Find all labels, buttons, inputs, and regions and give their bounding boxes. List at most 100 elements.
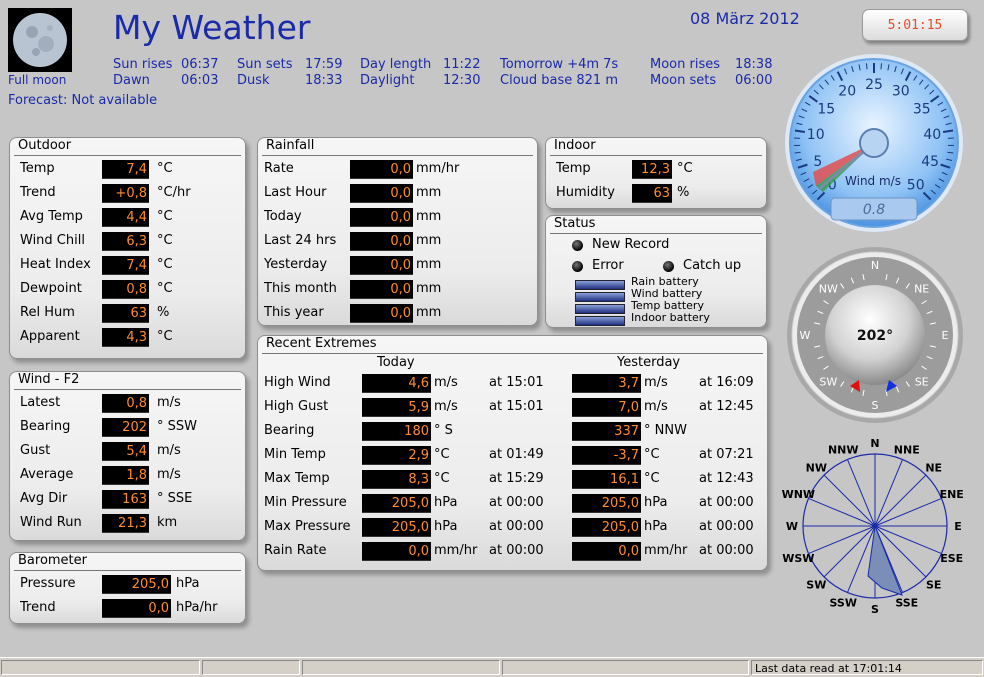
wind-row-value: 202: [102, 418, 149, 437]
extreme-row-label: Max Temp: [264, 471, 330, 486]
extreme-yesterday-value: 205,0: [572, 518, 641, 537]
wind-row-value: 5,4: [102, 442, 149, 461]
rainfall-row-unit: mm: [416, 209, 441, 224]
outdoor-row-label: Trend: [20, 185, 56, 200]
rose-point-label: NNW: [828, 443, 859, 456]
extreme-today-value: 0,0: [362, 542, 431, 561]
date-label: 08 März 2012: [690, 9, 800, 28]
extreme-today-value: 205,0: [362, 494, 431, 513]
barometer-row-unit: hPa: [176, 576, 199, 591]
dawn-label: Dawn: [113, 73, 150, 88]
dawn-value: 06:03: [181, 73, 218, 88]
last-data-read: Last data read at 17:01:14: [751, 660, 983, 675]
wind-row-value: 0,8: [102, 394, 149, 413]
extreme-yesterday-unit: mm/hr: [644, 543, 687, 558]
rose-point-label: SW: [806, 579, 826, 592]
gauge-readout: 0.8: [863, 202, 885, 218]
extreme-yesterday-unit: hPa: [644, 495, 667, 510]
outdoor-row-label: Heat Index: [20, 257, 91, 272]
barometer-row-value: 205,0: [102, 575, 171, 594]
outdoor-row-label: Rel Hum: [20, 305, 75, 320]
indoor-row-unit: %: [677, 185, 689, 200]
extreme-today-unit: °C: [434, 471, 450, 486]
wind-row-value: 21,3: [102, 514, 149, 533]
status-title: Status: [554, 216, 595, 231]
extreme-yesterday-unit: °C: [644, 471, 660, 486]
compass-point-label: S: [872, 399, 879, 412]
extreme-yesterday-value: 205,0: [572, 494, 641, 513]
extreme-row-label: Min Pressure: [264, 495, 347, 510]
gauge-tick-label: 50: [907, 178, 925, 194]
wind-row-label: Bearing: [20, 419, 70, 434]
wind-battery-icon: [575, 292, 625, 302]
dusk-label: Dusk: [237, 73, 270, 88]
moon-icon: [8, 8, 72, 72]
extreme-yesterday-unit: m/s: [644, 399, 668, 414]
extreme-today-time: at 00:00: [489, 543, 544, 558]
gauge-tick-label: 40: [923, 127, 941, 143]
barometer-panel: Barometer Pressure205,0hPaTrend0,0hPa/hr: [9, 552, 246, 624]
outdoor-row-value: +0,8: [102, 184, 149, 203]
outdoor-row-unit: %: [157, 305, 169, 320]
moon-rises-value: 18:38: [735, 57, 772, 72]
outdoor-row-unit: °C: [157, 233, 173, 248]
cloud-base-label: Cloud base 821 m: [500, 73, 618, 88]
wind-panel: Wind - F2 Latest0,8m/sBearing202° SSWGus…: [9, 371, 246, 541]
extreme-yesterday-unit: ° NNW: [644, 423, 687, 438]
wind-row-unit: m/s: [157, 467, 181, 482]
rose-point-label: E: [954, 520, 962, 533]
rose-point-label: N: [870, 437, 879, 450]
gauge-tick-label: 30: [892, 83, 910, 99]
wind-row-label: Average: [20, 467, 73, 482]
outdoor-row-label: Temp: [20, 161, 55, 176]
barometer-row-unit: hPa/hr: [176, 600, 217, 615]
rose-point-label: NE: [925, 461, 942, 474]
barometer-row-label: Pressure: [20, 576, 76, 591]
rainfall-row-unit: mm/hr: [416, 161, 459, 176]
outdoor-row-label: Wind Chill: [20, 233, 85, 248]
wind-row-label: Wind Run: [20, 515, 82, 530]
extreme-today-unit: mm/hr: [434, 543, 477, 558]
extreme-today-time: at 00:00: [489, 495, 544, 510]
rainfall-row-label: Yesterday: [264, 257, 327, 272]
rose-point-label: NNE: [894, 443, 920, 456]
extreme-today-unit: m/s: [434, 399, 458, 414]
statusbar-cell-3: [302, 660, 500, 675]
wind-row-value: 1,8: [102, 466, 149, 485]
rose-point-label: ESE: [940, 552, 963, 565]
rainfall-row-value: 0,0: [350, 304, 413, 323]
rose-point-label: S: [871, 603, 879, 616]
forecast-text: Forecast: Not available: [8, 93, 157, 108]
rainfall-row-value: 0,0: [350, 208, 413, 227]
extreme-row-label: Max Pressure: [264, 519, 351, 534]
daylight-label: Daylight: [360, 73, 414, 88]
extreme-today-time: at 15:01: [489, 399, 544, 414]
indoor-row-value: 12,3: [632, 160, 672, 179]
extreme-today-value: 2,9: [362, 446, 431, 465]
indoor-row-unit: °C: [677, 161, 693, 176]
extreme-today-value: 205,0: [362, 518, 431, 537]
rainfall-row-value: 0,0: [350, 280, 413, 299]
extreme-row-label: Min Temp: [264, 447, 326, 462]
rose-point-label: WNW: [782, 488, 815, 501]
outdoor-row-unit: °C: [157, 257, 173, 272]
outdoor-row-value: 63: [102, 304, 149, 323]
compass-point-label: N: [871, 259, 879, 272]
rain-battery-icon: [575, 280, 625, 290]
sun-sets-label: Sun sets: [237, 57, 293, 72]
wind-row-unit: m/s: [157, 395, 181, 410]
outdoor-row-unit: °C: [157, 281, 173, 296]
compass-point-label: NE: [914, 282, 929, 295]
tomorrow-label: Tomorrow +4m 7s: [500, 57, 618, 72]
extreme-row-label: High Wind: [264, 375, 331, 390]
wind-row-unit: km: [157, 515, 177, 530]
extreme-yesterday-unit: °C: [644, 447, 660, 462]
compass-point-label: E: [942, 329, 949, 342]
extreme-today-time: at 01:49: [489, 447, 544, 462]
gauge-tick-label: 35: [913, 101, 931, 117]
wind-row-unit: ° SSE: [157, 491, 192, 506]
extreme-today-time: at 15:29: [489, 471, 544, 486]
wind-row-value: 163: [102, 490, 149, 509]
rainfall-row-unit: mm: [416, 233, 441, 248]
wind-row-unit: m/s: [157, 443, 181, 458]
